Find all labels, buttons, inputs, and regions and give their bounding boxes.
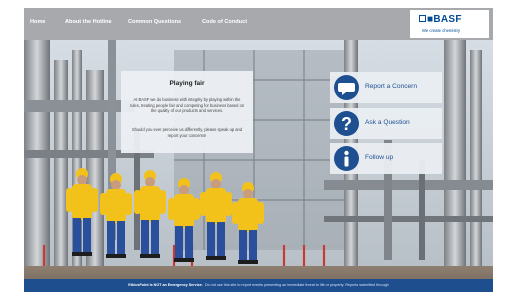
page-frame: Home About the Hotline Common Questions …: [24, 8, 493, 292]
footer-disclaimer: EthicsPoint is NOT an Emergency Service.…: [24, 283, 493, 287]
svg-text:?: ?: [341, 114, 352, 134]
report-concern-label: Report a Concern: [365, 83, 418, 90]
nav-home[interactable]: Home: [30, 19, 46, 25]
nav-code-of-conduct[interactable]: Code of Conduct: [202, 19, 247, 25]
info-icon: [334, 146, 359, 171]
basf-logo[interactable]: ■BASF We create chemistry: [410, 10, 489, 38]
ask-question-button[interactable]: ? Ask a Question: [330, 108, 442, 139]
hero-photo: Playing fair At BASF we do business with…: [24, 40, 493, 292]
follow-up-button[interactable]: Follow up: [330, 143, 442, 174]
card-paragraph-1: At BASF we do business with integrity by…: [129, 97, 245, 114]
playing-fair-card: Playing fair At BASF we do business with…: [121, 71, 253, 153]
chat-bubble-icon: [334, 75, 359, 100]
logo-wordmark: ■BASF: [419, 14, 462, 25]
question-mark-icon: ?: [334, 111, 359, 136]
nav-common-questions[interactable]: Common Questions: [128, 19, 181, 25]
follow-up-label: Follow up: [365, 154, 394, 161]
footer-emphasis: EthicsPoint is NOT an Emergency Service.: [128, 283, 203, 287]
footer-bar: EthicsPoint is NOT an Emergency Service.…: [24, 279, 493, 292]
nav-about-hotline[interactable]: About the Hotline: [65, 19, 112, 25]
report-concern-button[interactable]: Report a Concern: [330, 72, 442, 103]
footer-text: Do not use this site to report events pr…: [204, 283, 389, 287]
logo-square-icon: [419, 15, 426, 22]
logo-tagline: We create chemistry: [422, 28, 461, 33]
ask-question-label: Ask a Question: [365, 119, 410, 126]
top-nav: Home About the Hotline Common Questions …: [24, 8, 493, 40]
card-paragraph-2: Should you ever perceive us differently,…: [131, 127, 243, 138]
card-title: Playing fair: [169, 80, 205, 87]
